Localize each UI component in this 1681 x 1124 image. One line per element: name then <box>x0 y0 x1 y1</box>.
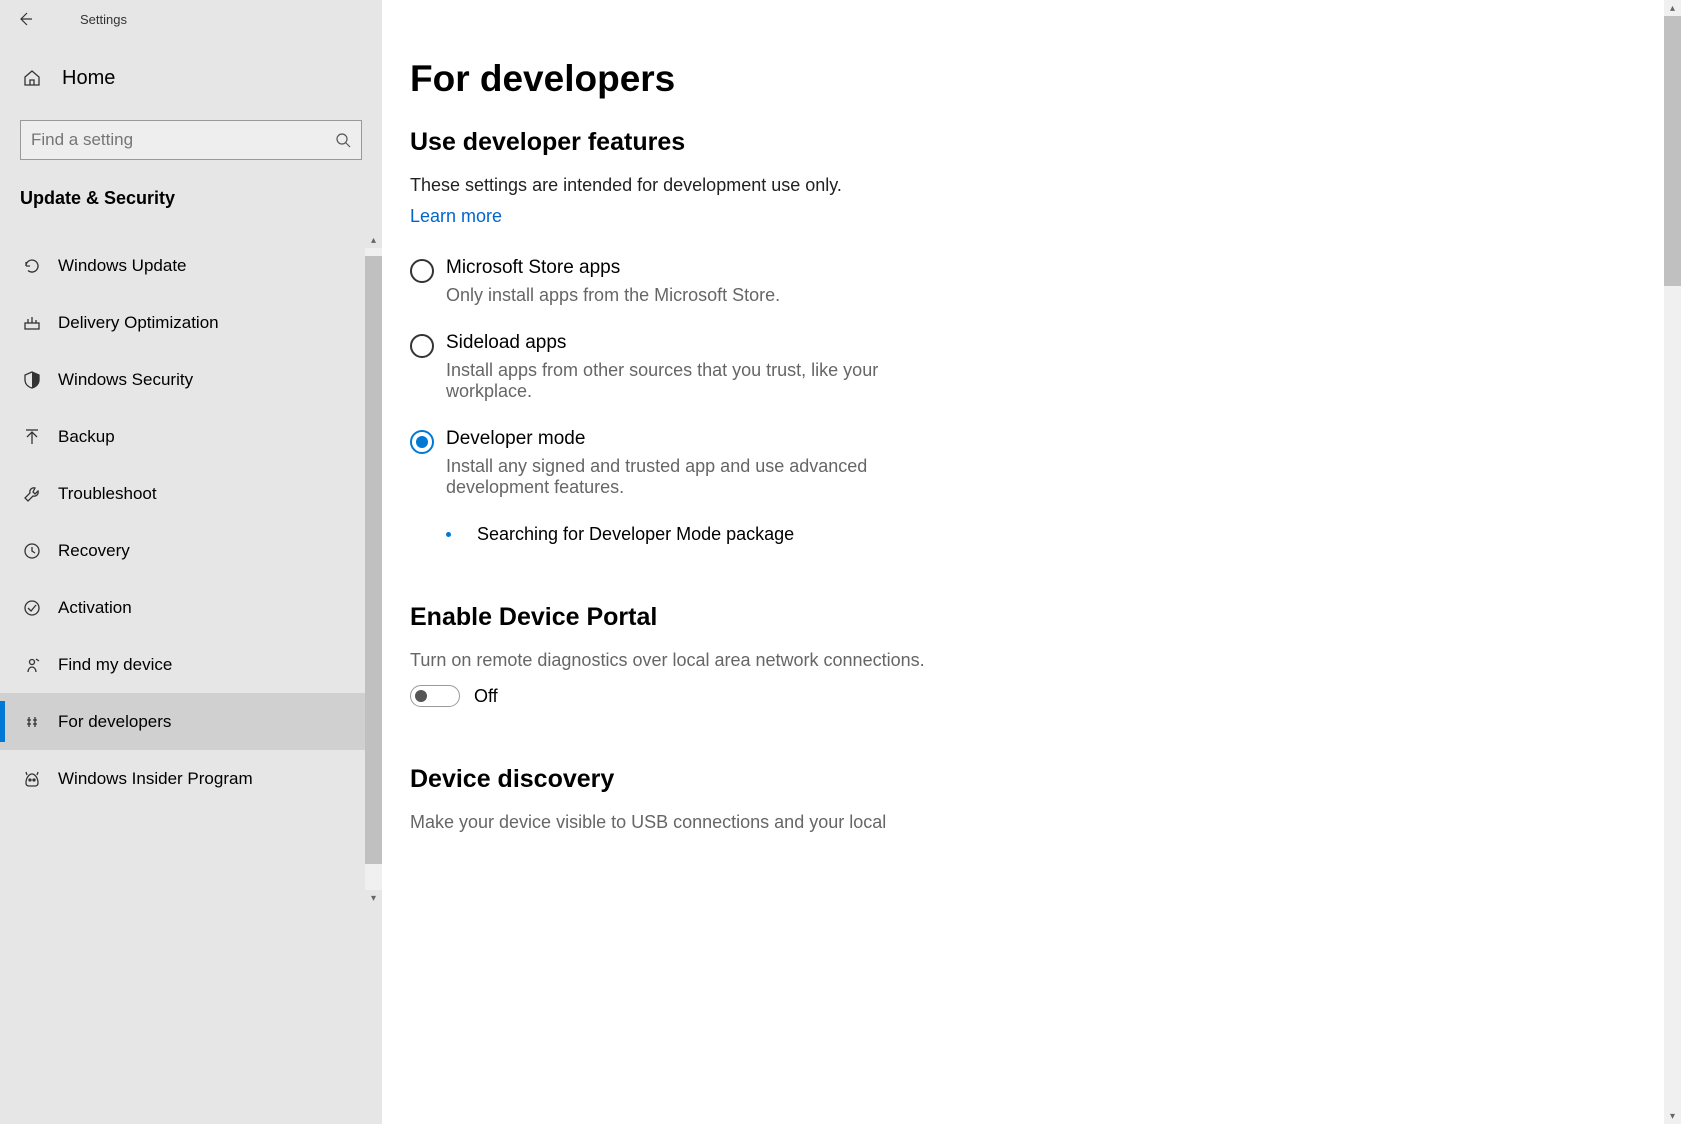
section-use-dev-features-desc: These settings are intended for developm… <box>410 175 1322 196</box>
sidebar-section-title: Update & Security <box>20 188 382 209</box>
sidebar-item-for-developers[interactable]: For developers <box>0 693 382 750</box>
sidebar-item-troubleshoot[interactable]: Troubleshoot <box>0 465 382 522</box>
content: For developers Use developer features Th… <box>382 0 1681 1124</box>
search-box[interactable] <box>20 120 362 160</box>
sidebar-item-label: Troubleshoot <box>58 484 157 504</box>
sidebar-item-label: Find my device <box>58 655 172 675</box>
dev-mode-status: Searching for Developer Mode package <box>446 524 1322 545</box>
activation-icon <box>20 598 44 618</box>
sidebar-item-label: For developers <box>58 712 171 732</box>
content-scroll-down-icon[interactable]: ▾ <box>1664 1108 1681 1124</box>
recovery-icon <box>20 541 44 561</box>
sidebar-scrollbar-thumb[interactable] <box>365 256 382 864</box>
sidebar-item-activation[interactable]: Activation <box>0 579 382 636</box>
sidebar-nav: Windows Update Delivery Optimization Windo… <box>0 237 382 1124</box>
sidebar-item-delivery-optimization[interactable]: Delivery Optimization <box>0 294 382 351</box>
sidebar-item-label: Windows Security <box>58 370 193 390</box>
radio-circle-icon <box>410 259 434 283</box>
content-scrollbar[interactable]: ▴ ▾ <box>1664 0 1681 1124</box>
radio-title: Developer mode <box>446 428 906 450</box>
search-icon <box>335 132 351 148</box>
device-portal-toggle-label: Off <box>474 686 498 707</box>
section-device-portal-desc: Turn on remote diagnostics over local ar… <box>410 650 1322 671</box>
sidebar-item-windows-security[interactable]: Windows Security <box>0 351 382 408</box>
section-device-discovery-desc: Make your device visible to USB connecti… <box>410 812 1322 833</box>
sidebar-item-backup[interactable]: Backup <box>0 408 382 465</box>
sidebar-item-label: Delivery Optimization <box>58 313 219 333</box>
sidebar-item-label: Windows Insider Program <box>58 769 253 789</box>
home-nav[interactable]: Home <box>0 50 382 106</box>
sidebar-scrollbar[interactable]: ▴ ▾ <box>365 248 382 890</box>
home-label: Home <box>62 67 115 90</box>
insider-icon <box>20 769 44 789</box>
radio-desc: Only install apps from the Microsoft Sto… <box>446 285 780 306</box>
sidebar: Home Update & Security Windows Update Del… <box>0 0 382 1124</box>
refresh-icon <box>20 256 44 276</box>
back-button[interactable] <box>0 0 50 38</box>
radio-developer-mode[interactable]: Developer mode Install any signed and tru… <box>410 428 1322 498</box>
radio-desc: Install any signed and trusted app and u… <box>446 456 906 498</box>
radio-desc: Install apps from other sources that you… <box>446 360 906 402</box>
radio-sideload-apps[interactable]: Sideload apps Install apps from other sou… <box>410 332 1322 402</box>
radio-circle-icon <box>410 334 434 358</box>
sidebar-item-label: Activation <box>58 598 132 618</box>
sidebar-item-find-my-device[interactable]: Find my device <box>0 636 382 693</box>
sidebar-item-windows-insider-program[interactable]: Windows Insider Program <box>0 750 382 807</box>
wrench-icon <box>20 484 44 504</box>
spinner-icon <box>446 532 451 537</box>
toggle-knob <box>415 690 427 702</box>
section-device-portal-heading: Enable Device Portal <box>410 603 1322 632</box>
find-icon <box>20 655 44 675</box>
section-use-dev-features-heading: Use developer features <box>410 128 1322 157</box>
backup-icon <box>20 427 44 447</box>
search-input[interactable] <box>31 130 335 150</box>
home-icon <box>20 68 44 88</box>
radio-circle-icon <box>410 430 434 454</box>
section-device-discovery-heading: Device discovery <box>410 765 1322 794</box>
radio-title: Microsoft Store apps <box>446 257 780 279</box>
sidebar-item-label: Windows Update <box>58 256 187 276</box>
sidebar-item-recovery[interactable]: Recovery <box>0 522 382 579</box>
shield-icon <box>20 370 44 390</box>
arrow-left-icon <box>17 11 33 27</box>
sidebar-item-label: Backup <box>58 427 115 447</box>
page-title: For developers <box>410 58 1322 100</box>
content-scrollbar-thumb[interactable] <box>1664 16 1681 286</box>
sidebar-item-windows-update[interactable]: Windows Update <box>0 237 382 294</box>
window-title: Settings <box>80 12 127 27</box>
scroll-up-icon[interactable]: ▴ <box>365 232 382 248</box>
delivery-icon <box>20 313 44 333</box>
radio-microsoft-store-apps[interactable]: Microsoft Store apps Only install apps fr… <box>410 257 1322 306</box>
radio-title: Sideload apps <box>446 332 906 354</box>
status-text: Searching for Developer Mode package <box>477 524 794 545</box>
dev-features-radio-group: Microsoft Store apps Only install apps fr… <box>410 257 1322 498</box>
developers-icon <box>20 712 44 732</box>
sidebar-item-label: Recovery <box>58 541 130 561</box>
learn-more-link[interactable]: Learn more <box>410 206 502 226</box>
device-portal-toggle[interactable] <box>410 685 460 707</box>
scroll-down-icon[interactable]: ▾ <box>365 890 382 906</box>
